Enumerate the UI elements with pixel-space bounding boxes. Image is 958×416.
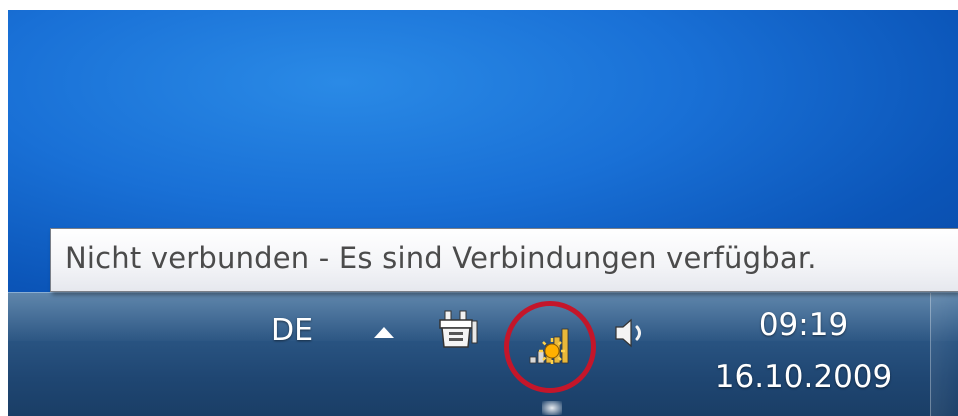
speaker-icon[interactable] xyxy=(610,313,650,353)
show-hidden-icons-chevron-icon[interactable] xyxy=(374,327,394,338)
network-tooltip: Nicht verbunden - Es sind Verbindungen v… xyxy=(50,228,958,292)
network-signal-icon[interactable] xyxy=(522,319,578,375)
power-plug-icon[interactable] xyxy=(436,307,480,351)
tooltip-text: Nicht verbunden - Es sind Verbindungen v… xyxy=(65,241,817,275)
taskbar: DE 09:19 16.10.2009 xyxy=(8,292,958,416)
clock-time: 09:19 xyxy=(758,307,849,343)
system-clock[interactable]: 09:19 16.10.2009 xyxy=(696,301,911,409)
clock-date: 16.10.2009 xyxy=(714,359,893,395)
network-icon-highlight[interactable] xyxy=(504,301,596,393)
screen: DE 09:19 16.10.2009 Nicht verbunden - Es… xyxy=(0,0,958,416)
language-indicator[interactable]: DE xyxy=(271,313,313,348)
show-desktop-button[interactable] xyxy=(930,293,958,416)
tray-hover-glow xyxy=(542,401,562,415)
